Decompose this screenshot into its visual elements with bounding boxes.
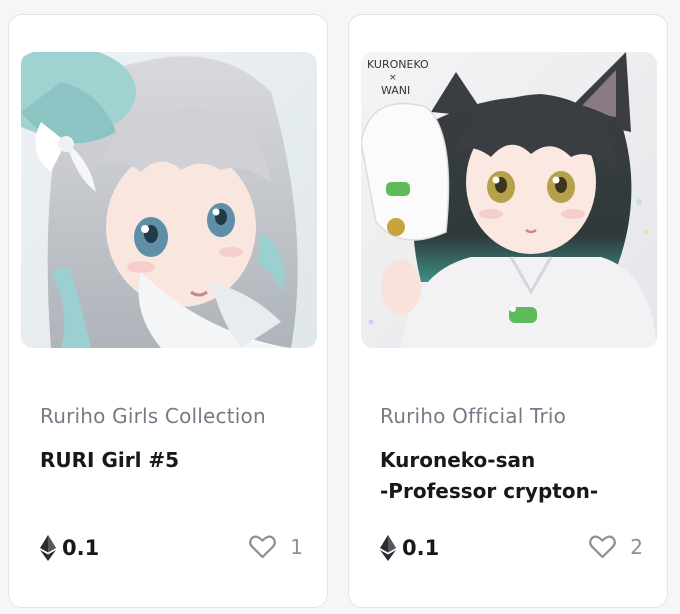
nft-title-line: Kuroneko-san — [380, 448, 536, 472]
artwork-cat-girl: KURONEKO × WANI — [361, 52, 657, 348]
nft-card-kuroneko-san[interactable]: KURONEKO × WANI Ruriho Official Trio Kur… — [348, 14, 668, 608]
like-count: 1 — [290, 535, 303, 559]
price: 0.1 — [40, 535, 99, 561]
collection-name[interactable]: Ruriho Girls Collection — [40, 404, 266, 428]
nft-title[interactable]: RURI Girl #5 — [40, 445, 310, 476]
image-caption: × — [389, 73, 397, 83]
ethereum-icon — [40, 535, 56, 561]
like-button[interactable]: 2 — [589, 535, 643, 559]
ethereum-icon — [380, 535, 396, 561]
image-caption: WANI — [381, 84, 410, 97]
price: 0.1 — [380, 535, 439, 561]
artwork-silver-hair-girl — [21, 52, 317, 348]
nft-card-ruri-girl-5[interactable]: Ruriho Girls Collection RURI Girl #5 0.1… — [8, 14, 328, 608]
price-value: 0.1 — [62, 536, 100, 560]
like-button[interactable]: 1 — [249, 535, 303, 559]
price-value: 0.1 — [402, 536, 440, 560]
heart-outline-icon — [589, 535, 617, 559]
like-count: 2 — [630, 535, 643, 559]
image-caption: KURONEKO — [367, 58, 429, 71]
nft-title[interactable]: Kuroneko-san -Professor crypton- — [380, 445, 650, 507]
collection-name[interactable]: Ruriho Official Trio — [380, 404, 566, 428]
nft-title-line: RURI Girl #5 — [40, 448, 180, 472]
heart-outline-icon — [249, 535, 277, 559]
nft-artwork-image[interactable] — [21, 52, 317, 348]
nft-title-line: -Professor crypton- — [380, 479, 599, 503]
nft-artwork-image[interactable]: KURONEKO × WANI — [361, 52, 657, 348]
